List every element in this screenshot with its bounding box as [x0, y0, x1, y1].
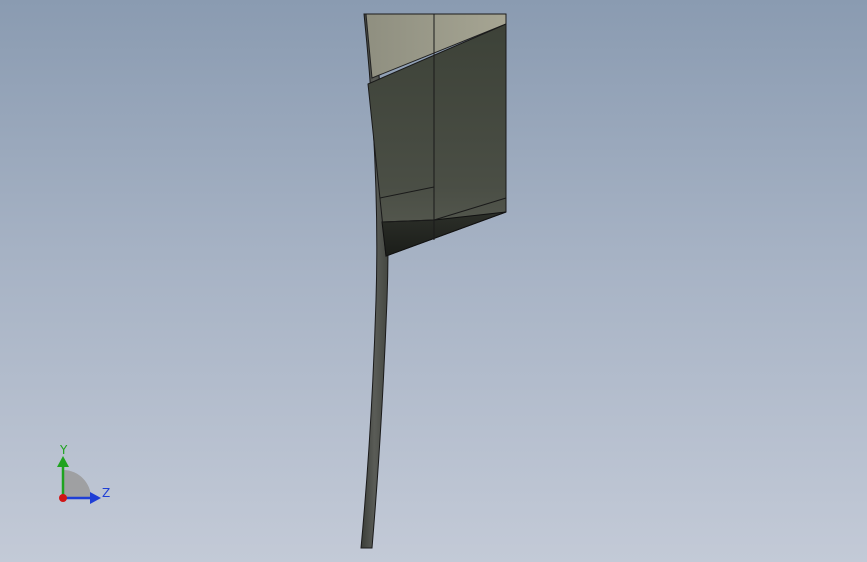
y-axis-arrow	[57, 456, 69, 467]
orientation-triad: Y Z	[48, 440, 118, 510]
triad-plane-indicator	[63, 470, 91, 498]
3d-model-view[interactable]	[0, 0, 867, 562]
z-axis-label: Z	[102, 486, 111, 500]
graphics-viewport[interactable]: Y Z	[0, 0, 867, 562]
x-axis-dot	[59, 494, 67, 502]
y-axis-label: Y	[60, 443, 68, 457]
z-axis-arrow	[90, 492, 101, 504]
